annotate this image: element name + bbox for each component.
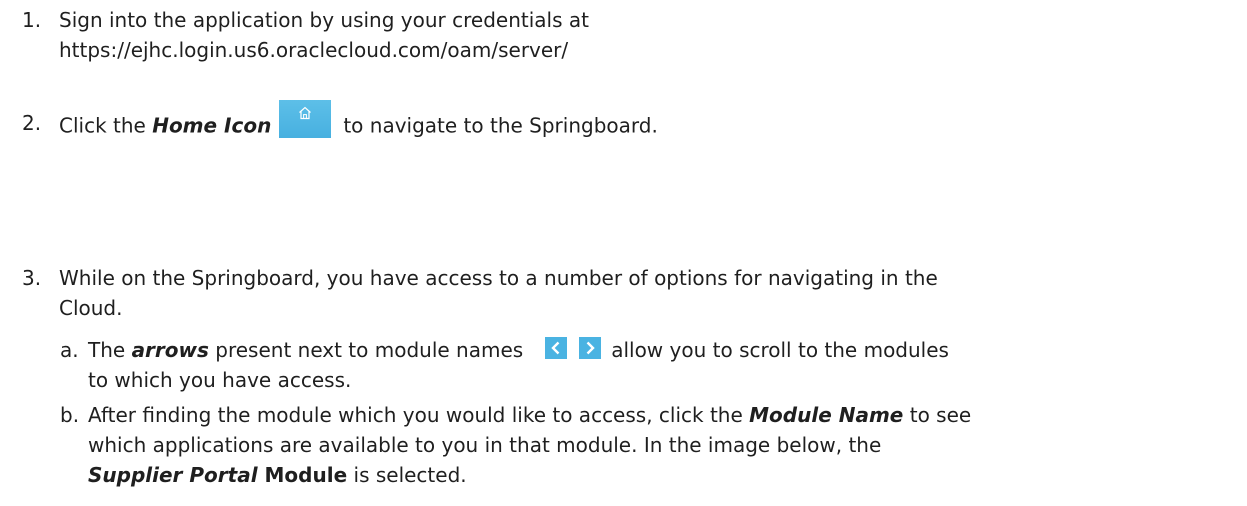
login-url: https://ejhc.login.us6.oraclecloud.com/o… — [59, 38, 569, 62]
home-icon-label: Home Icon — [152, 113, 272, 138]
substep-a-tail: allow you to scroll to the modules — [611, 338, 949, 362]
step-3: 3. While on the Springboard, you have ac… — [22, 263, 938, 323]
substep-b-line-2: which applications are available to you … — [88, 433, 882, 457]
step-number: 1. — [22, 8, 42, 32]
substep-b-tail: to see — [903, 403, 972, 427]
step-2-lead: Click the — [59, 113, 153, 138]
arrows-label: arrows — [131, 338, 209, 362]
chevron-right-icon — [579, 336, 602, 359]
step-2: 2. Click the Home Icon to navigate to the… — [22, 100, 658, 146]
substep-a: a. The arrows present next to module nam… — [60, 335, 949, 395]
supplier-portal-label: Supplier Portal — [88, 463, 258, 487]
substep-b-lead: After finding the module which you would… — [88, 403, 750, 427]
step-3-text-cont: Cloud. — [59, 296, 123, 320]
step-number: 2. — [22, 111, 42, 135]
home-icon — [279, 100, 332, 138]
instruction-document: 1. Sign into the application by using yo… — [0, 0, 1247, 506]
step-number: 3. — [22, 266, 42, 290]
substep-letter: a. — [60, 338, 79, 362]
substep-b-line-1: After finding the module which you would… — [88, 400, 971, 430]
step-2-tail: to navigate to the Springboard. — [343, 113, 658, 138]
step-1: 1. Sign into the application by using yo… — [22, 5, 589, 65]
module-name-label: Module Name — [749, 403, 904, 427]
substep-b-line-3: Supplier Portal Module is selected. — [88, 460, 971, 490]
module-label: Module — [257, 463, 348, 487]
substep-a-middle: present next to module names — [208, 338, 524, 362]
substep-a-line-2: to which you have access. — [88, 368, 352, 392]
step-1-text: Sign into the application by using your … — [59, 8, 589, 32]
substep-a-lead: The — [88, 338, 132, 362]
substep-b: b. After finding the module which you wo… — [60, 400, 971, 490]
step-3-text: While on the Springboard, you have acces… — [59, 266, 938, 290]
substep-b-end: is selected. — [347, 463, 467, 487]
substep-a-line-1: The arrows present next to module names a… — [88, 335, 949, 365]
substep-letter: b. — [60, 403, 80, 427]
chevron-left-icon — [545, 336, 568, 359]
step-2-text: Click the Home Icon to navigate to the Sp… — [22, 100, 658, 146]
